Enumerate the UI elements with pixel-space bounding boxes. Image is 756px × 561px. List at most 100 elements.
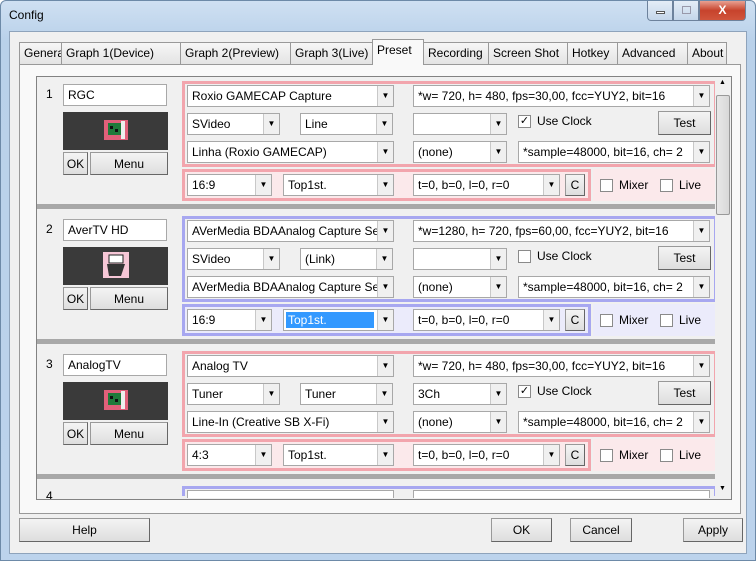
tab-hotkey[interactable]: Hotkey — [567, 42, 618, 64]
audio-device-select-value: AVerMedia BDAAnalog Capture Se — [192, 280, 380, 294]
video-input-select[interactable]: SVideo ▼ — [187, 248, 280, 270]
scroll-up-icon[interactable]: ▲ — [719, 79, 726, 86]
audio-format-select[interactable]: *sample=48000, bit=16, ch= 2 ▼ — [518, 276, 710, 298]
checkbox-icon — [660, 178, 673, 192]
video-device-select[interactable] — [187, 490, 394, 498]
crossbar-input-select[interactable]: Tuner ▼ — [300, 383, 393, 405]
aspect-select-value: 4:3 — [192, 448, 209, 462]
test-button[interactable]: Test — [658, 111, 711, 135]
crop-select[interactable]: t=0, b=0, l=0, r=0 ▼ — [413, 174, 560, 196]
aspect-select[interactable]: 16:9 ▼ — [187, 174, 272, 196]
video-format-select[interactable] — [413, 490, 710, 498]
preset-menu-button[interactable]: Menu — [90, 287, 168, 310]
device-icon-box — [63, 247, 168, 285]
checkbox-icon — [660, 313, 673, 327]
live-checkbox[interactable]: Live — [660, 448, 701, 462]
tab-advanced[interactable]: Advanced — [617, 42, 688, 64]
audio-format-select[interactable]: *sample=48000, bit=16, ch= 2 ▼ — [518, 141, 710, 163]
preset-name-input[interactable]: AverTV HD — [63, 219, 167, 241]
mixer-checkbox[interactable]: Mixer — [600, 313, 648, 327]
config-window: Config X General Graph 1(Device) Graph 2(P… — [0, 0, 756, 561]
vertical-scrollbar[interactable]: ▲ ▼ — [715, 77, 731, 499]
dropdown-arrow-icon: ▼ — [377, 356, 393, 376]
use-clock-checkbox[interactable]: Use Clock — [518, 249, 592, 263]
test-button[interactable]: Test — [658, 381, 711, 405]
crop-clear-button[interactable]: C — [565, 174, 585, 196]
video-device-select[interactable]: Analog TV ▼ — [187, 355, 394, 377]
audio-format-select[interactable]: *sample=48000, bit=16, ch= 2 ▼ — [518, 411, 710, 433]
crop-clear-button[interactable]: C — [565, 444, 585, 466]
tab-preset[interactable]: Preset — [372, 39, 424, 65]
preset-menu-button[interactable]: Menu — [90, 152, 168, 175]
audio-device-select[interactable]: AVerMedia BDAAnalog Capture Se ▼ — [187, 276, 394, 298]
channel-select[interactable]: ▼ — [413, 113, 507, 135]
crop-select[interactable]: t=0, b=0, l=0, r=0 ▼ — [413, 309, 560, 331]
dropdown-arrow-icon: ▼ — [377, 277, 393, 297]
field-order-select[interactable]: Top1st. ▼ — [283, 309, 394, 331]
help-button[interactable]: Help — [19, 518, 150, 542]
dropdown-arrow-icon: ▼ — [263, 384, 279, 404]
audio-input-select[interactable]: (none) ▼ — [413, 411, 507, 433]
preset-ok-button[interactable]: OK — [63, 422, 88, 445]
tab-general[interactable]: General — [19, 42, 67, 64]
live-checkbox[interactable]: Live — [660, 178, 701, 192]
audio-input-select[interactable]: (none) ▼ — [413, 276, 507, 298]
apply-button[interactable]: Apply — [683, 518, 743, 542]
live-checkbox[interactable]: Live — [660, 313, 701, 327]
use-clock-checkbox[interactable]: ✓ Use Clock — [518, 384, 592, 398]
tab-graph-1-device-[interactable]: Graph 1(Device) — [61, 42, 181, 64]
crop-select[interactable]: t=0, b=0, l=0, r=0 ▼ — [413, 444, 560, 466]
tab-graph-2-preview-[interactable]: Graph 2(Preview) — [180, 42, 291, 64]
preset-menu-button[interactable]: Menu — [90, 422, 168, 445]
audio-device-select[interactable]: Line-In (Creative SB X-Fi) ▼ — [187, 411, 394, 433]
audio-device-select[interactable]: Linha (Roxio GAMECAP) ▼ — [187, 141, 394, 163]
video-format-select-value: *w= 720, h= 480, fps=30,00, fcc=YUY2, bi… — [418, 359, 666, 373]
cancel-button[interactable]: Cancel — [570, 518, 632, 542]
channel-select[interactable]: ▼ — [413, 248, 507, 270]
preset-row: 2 AverTV HD AVerMedia BDAAnalog Capture Se… — [37, 214, 717, 349]
crop-clear-button[interactable]: C — [565, 309, 585, 331]
video-format-select[interactable]: *w= 720, h= 480, fps=30,00, fcc=YUY2, bi… — [413, 85, 710, 107]
mixer-checkbox[interactable]: Mixer — [600, 448, 648, 462]
tab-screen-shot[interactable]: Screen Shot — [488, 42, 568, 64]
preset-ok-button[interactable]: OK — [63, 287, 88, 310]
preset-row: 3 AnalogTV Analog TV ▼ *w= 720, h= 480, fps=… — [37, 349, 717, 484]
tab-recording[interactable]: Recording — [423, 42, 489, 64]
video-device-select[interactable]: AVerMedia BDAAnalog Capture Se ▼ — [187, 220, 394, 242]
video-input-select[interactable]: Tuner ▼ — [187, 383, 280, 405]
video-input-select[interactable]: SVideo ▼ — [187, 113, 280, 135]
minimize-button[interactable] — [647, 1, 673, 21]
tab-about[interactable]: About — [687, 42, 727, 64]
preset-name-input[interactable]: AnalogTV — [63, 354, 167, 376]
crossbar-input-select[interactable]: Line ▼ — [300, 113, 393, 135]
video-device-select-value: AVerMedia BDAAnalog Capture Se — [192, 224, 380, 238]
aspect-select[interactable]: 16:9 ▼ — [187, 309, 272, 331]
channel-select[interactable]: 3Ch ▼ — [413, 383, 507, 405]
use-clock-checkbox[interactable]: ✓ Use Clock — [518, 114, 592, 128]
dropdown-arrow-icon: ▼ — [490, 249, 506, 269]
use-clock-checkbox-label: Use Clock — [537, 384, 592, 398]
mixer-checkbox[interactable]: Mixer — [600, 178, 648, 192]
dropdown-arrow-icon: ▼ — [377, 86, 393, 106]
video-format-select[interactable]: *w= 720, h= 480, fps=30,00, fcc=YUY2, bi… — [413, 355, 710, 377]
preset-name-input[interactable]: RGC — [63, 84, 167, 106]
audio-input-select[interactable]: (none) ▼ — [413, 141, 507, 163]
dropdown-arrow-icon: ▼ — [255, 175, 271, 195]
video-format-select[interactable]: *w=1280, h= 720, fps=60,00, fcc=YUY2, bi… — [413, 220, 710, 242]
crossbar-input-select[interactable]: (Link) ▼ — [300, 248, 393, 270]
maximize-button[interactable] — [673, 1, 699, 21]
scroll-down-icon[interactable]: ▼ — [719, 485, 726, 492]
preset-ok-button[interactable]: OK — [63, 152, 88, 175]
scrollbar-thumb[interactable] — [716, 95, 730, 215]
video-device-select-value: Roxio GAMECAP Capture — [192, 89, 332, 103]
audio-format-select-value: *sample=48000, bit=16, ch= 2 — [523, 145, 683, 159]
tab-graph-3-live-[interactable]: Graph 3(Live) — [290, 42, 373, 64]
field-order-select[interactable]: Top1st. ▼ — [283, 444, 394, 466]
field-order-select[interactable]: Top1st. ▼ — [283, 174, 394, 196]
maximize-icon — [681, 6, 691, 14]
close-button[interactable]: X — [699, 1, 746, 21]
aspect-select[interactable]: 4:3 ▼ — [187, 444, 272, 466]
video-device-select[interactable]: Roxio GAMECAP Capture ▼ — [187, 85, 394, 107]
test-button[interactable]: Test — [658, 246, 711, 270]
ok-button[interactable]: OK — [491, 518, 552, 542]
